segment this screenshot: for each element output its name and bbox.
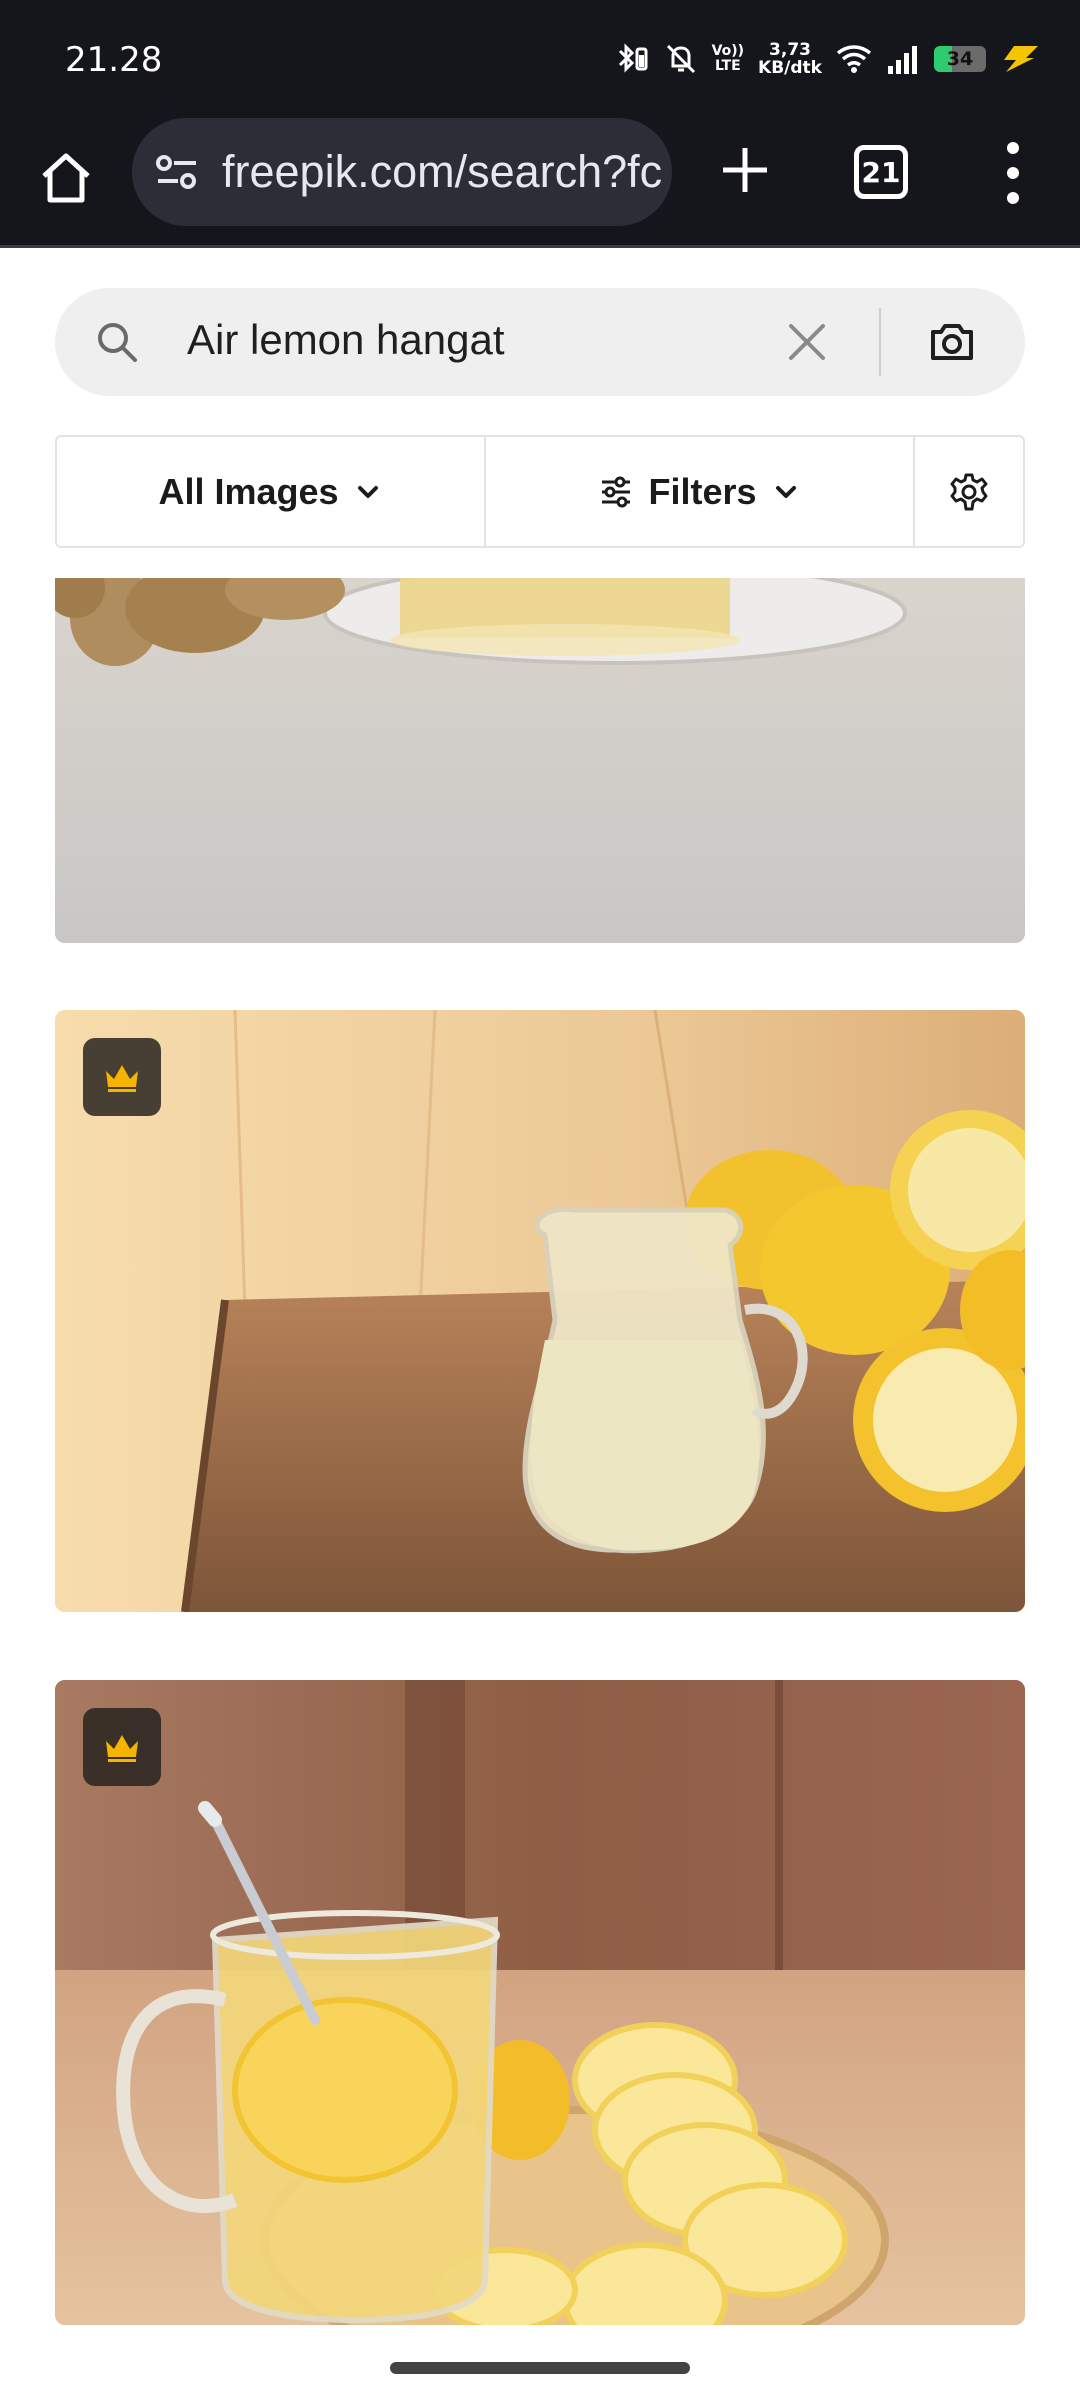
- volte-top: Vo)): [711, 43, 745, 59]
- hot-lemon-tea-photo: [55, 1680, 1025, 2325]
- result-image-lemon-juice-jug[interactable]: [55, 1010, 1025, 1612]
- status-icons: Vo)) LTE 3,73 KB/dtk 34: [614, 34, 1040, 84]
- crown-icon: [106, 1735, 138, 1762]
- bluetooth-battery-icon: [618, 43, 648, 73]
- network-speed-value: 3,73: [769, 40, 811, 60]
- mute-bell-icon: [666, 44, 695, 74]
- signal-icon: [888, 46, 917, 74]
- camera-search-icon[interactable]: [927, 318, 977, 366]
- overflow-menu-icon[interactable]: [1000, 138, 1026, 208]
- volte-bottom: LTE: [714, 58, 741, 74]
- charging-bolt-icon: [1004, 46, 1038, 72]
- wifi-icon: [836, 45, 872, 73]
- lemon-juice-jug-photo: [55, 1010, 1025, 1612]
- result-image-hot-lemon-tea[interactable]: [55, 1680, 1025, 2325]
- premium-badge: [83, 1038, 161, 1116]
- url-text: freepik.com/search?fc: [222, 146, 663, 197]
- browser-toolbar: freepik.com/search?fc 21: [0, 118, 1080, 248]
- chevron-down-icon: [775, 485, 796, 498]
- ginger-tea-photo: [55, 578, 1025, 943]
- network-speed: 3,73 KB/dtk: [758, 41, 822, 77]
- filter-sliders-icon: [602, 476, 631, 507]
- battery-level: 34: [946, 48, 974, 70]
- premium-badge: [83, 1708, 161, 1786]
- home-icon[interactable]: [36, 148, 96, 208]
- clock: 21.28: [65, 40, 163, 80]
- crown-icon: [106, 1065, 138, 1092]
- result-image-ginger-tea[interactable]: [55, 578, 1025, 943]
- site-settings-icon[interactable]: [154, 149, 200, 195]
- status-bar: 21.28 Vo)) LTE 3,73 KB/dtk 34: [0, 0, 1080, 118]
- filters-label: Filters: [648, 470, 757, 512]
- battery-indicator: 34: [934, 46, 986, 72]
- filter-row: All Images Filters: [55, 435, 1025, 548]
- gesture-home-indicator[interactable]: [390, 2362, 690, 2374]
- chevron-down-icon: [357, 485, 378, 498]
- volte-indicator: Vo)) LTE: [712, 44, 744, 74]
- search-bar[interactable]: Air lemon hangat: [55, 288, 1025, 396]
- search-icon: [98, 323, 137, 362]
- search-divider: [879, 308, 881, 376]
- all-images-dropdown[interactable]: All Images: [57, 437, 486, 546]
- search-input[interactable]: Air lemon hangat: [187, 316, 505, 364]
- new-tab-icon[interactable]: [715, 140, 775, 200]
- gear-icon: [950, 473, 988, 510]
- filters-dropdown[interactable]: Filters: [486, 437, 915, 546]
- settings-button[interactable]: [915, 437, 1023, 546]
- tab-switcher-button[interactable]: 21: [854, 145, 908, 199]
- all-images-label: All Images: [158, 470, 339, 512]
- clear-search-icon[interactable]: [783, 318, 831, 366]
- network-speed-unit: KB/dtk: [758, 58, 822, 78]
- address-bar[interactable]: freepik.com/search?fc: [132, 118, 672, 226]
